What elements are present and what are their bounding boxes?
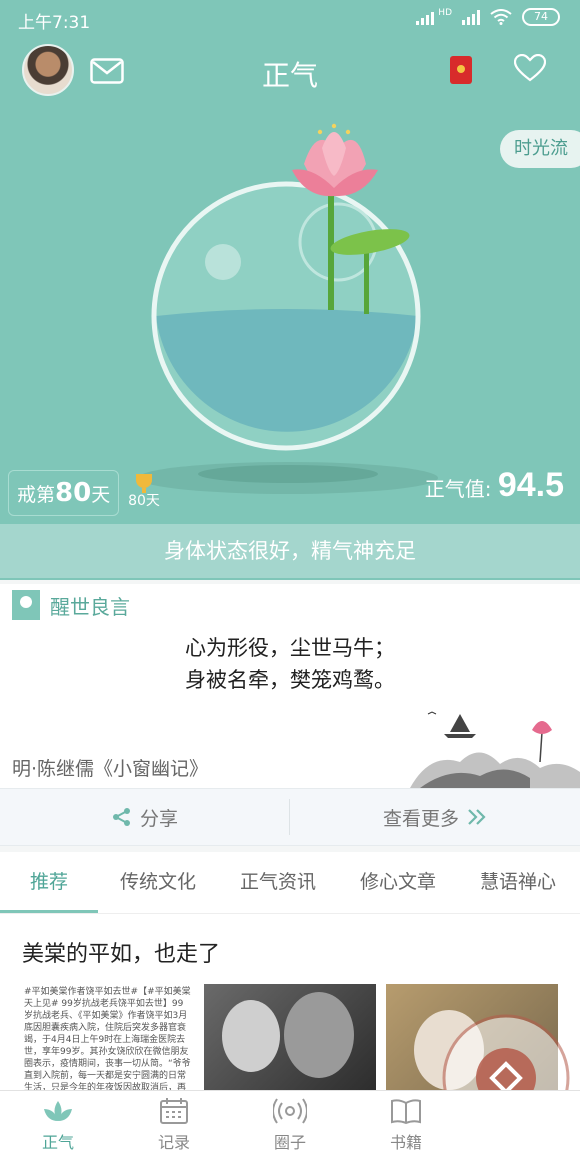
quit-days-badge: 戒第80天 xyxy=(8,470,120,516)
nav-label: 记录 xyxy=(157,1133,190,1152)
feed-thumbnail-photo[interactable] xyxy=(204,984,376,1094)
tab-recommend[interactable]: 推荐 xyxy=(0,852,98,914)
tab-active-indicator xyxy=(0,910,98,913)
quote-card-header: 醒世良言 xyxy=(12,588,130,622)
bulb-icon xyxy=(12,590,40,620)
share-label: 分享 xyxy=(139,807,178,830)
lotus-icon xyxy=(44,1101,72,1121)
nav-records[interactable]: 记录 xyxy=(116,1097,232,1153)
share-button[interactable]: 分享 xyxy=(0,789,290,845)
signal-icon xyxy=(416,9,435,25)
feed-thumbnail-text[interactable]: #平如美棠作者饶平如去世#【#平如美棠天上见# 99岁抗战老兵饶平如去世】99岁… xyxy=(22,984,194,1094)
quote-line-1: 心为形役，尘世马牛； xyxy=(185,636,395,660)
nav-zhengqi[interactable]: 正气 xyxy=(0,1097,116,1153)
score-readout: 正气值: 94.5 xyxy=(425,466,564,505)
book-icon xyxy=(391,1099,421,1125)
quit-prefix: 戒第 xyxy=(17,484,56,506)
tab-news[interactable]: 正气资讯 xyxy=(218,852,338,914)
trophy-icon xyxy=(136,474,152,493)
double-chevron-right-icon xyxy=(468,809,486,825)
bottom-nav: 正气 记录 圈子 书籍 xyxy=(0,1090,580,1160)
lotus-bowl-illustration xyxy=(138,123,438,494)
category-tabs: 推荐 传统文化 正气资讯 修心文章 慧语禅心 xyxy=(0,852,580,914)
mail-icon[interactable] xyxy=(90,58,124,84)
signal-bars-icon xyxy=(462,9,480,25)
quote-line-2: 身被名牵，樊笼鸡鹜。 xyxy=(185,668,395,692)
status-icons: HD 74 xyxy=(416,8,560,26)
status-time: 上午7:31 xyxy=(18,13,91,33)
quote-card-heading: 醒世良言 xyxy=(50,594,130,619)
status-bar: 上午7:31 HD 74 xyxy=(0,0,580,36)
score-value: 94.5 xyxy=(497,466,564,504)
trophy-days: 80天 xyxy=(128,493,160,509)
quote-author: 明·陈继儒《小窗幽记》 xyxy=(12,758,209,780)
red-packet-icon[interactable] xyxy=(450,56,472,84)
nav-circle[interactable]: 圈子 xyxy=(232,1097,348,1153)
score-label: 正气值: xyxy=(424,477,492,501)
status-banner: 身体状态很好，精气神充足 xyxy=(0,524,580,578)
view-more-button[interactable]: 查看更多 xyxy=(290,789,580,845)
tab-zen-words[interactable]: 慧语禅心 xyxy=(458,852,578,914)
tab-traditional-culture[interactable]: 传统文化 xyxy=(98,852,218,914)
network-label: HD xyxy=(438,8,452,18)
nav-books[interactable]: 书籍 xyxy=(348,1097,464,1153)
broadcast-icon xyxy=(273,1098,307,1124)
quote-card: 醒世良言 心为形役，尘世马牛； 身被名牵，樊笼鸡鹜。 明·陈继儒《小窗幽记》 分… xyxy=(0,584,580,846)
trophy-badge[interactable]: 80天 xyxy=(126,474,162,510)
ink-lotus-painting xyxy=(410,711,580,788)
page-title: 正气 xyxy=(261,59,318,92)
hero-panel: 上午7:31 HD 74 正气 时光流 戒第80天 80天 正气值: 94.5 xyxy=(0,0,580,580)
nav-label: 正气 xyxy=(41,1133,74,1152)
quit-days-value: 80 xyxy=(55,478,92,508)
feed-title[interactable]: 美棠的平如，也走了 xyxy=(22,936,220,968)
avatar[interactable] xyxy=(22,44,74,96)
calendar-icon xyxy=(160,1098,188,1124)
quit-suffix: 天 xyxy=(91,484,111,506)
view-more-label: 查看更多 xyxy=(382,807,459,830)
app-bar: 正气 xyxy=(0,40,580,104)
share-icon xyxy=(112,808,130,826)
nav-label: 圈子 xyxy=(273,1133,306,1152)
nav-label: 书籍 xyxy=(389,1133,422,1152)
quote-text: 心为形役，尘世马牛； 身被名牵，樊笼鸡鹜。 xyxy=(0,632,580,696)
battery-icon: 74 xyxy=(522,8,560,26)
wifi-icon xyxy=(490,9,512,25)
quote-actions: 分享 查看更多 xyxy=(0,788,580,846)
heart-icon[interactable] xyxy=(514,54,546,82)
tab-articles[interactable]: 修心文章 xyxy=(338,852,458,914)
